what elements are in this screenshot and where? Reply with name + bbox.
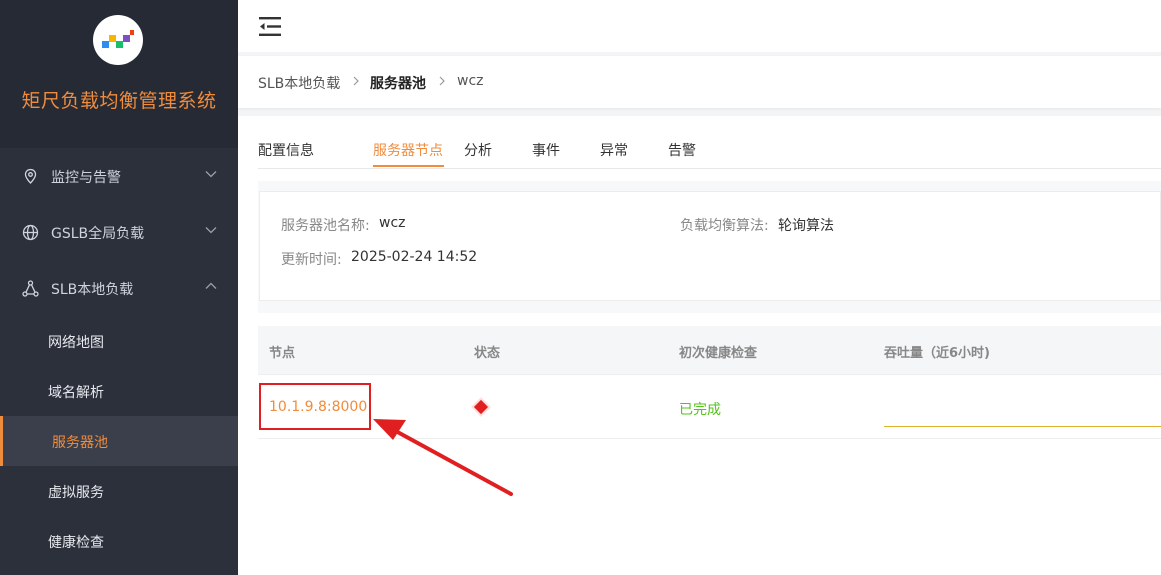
tab-events[interactable]: 事件	[532, 140, 560, 160]
health-check-status: 已完成	[679, 402, 721, 418]
column-header-status: 状态	[474, 346, 501, 361]
sidebar-group-label: GSLB全局负载	[51, 226, 145, 242]
chevron-down-icon	[205, 171, 217, 178]
tab-alerts[interactable]: 告警	[668, 140, 696, 160]
breadcrumb-item-server-pool[interactable]: 服务器池	[370, 73, 426, 93]
tab-bar: 配置信息 服务器节点 分析 事件 异常 告警	[258, 116, 1161, 169]
tab-config-info[interactable]: 配置信息	[258, 140, 314, 160]
chevron-down-icon	[205, 227, 217, 234]
sidebar-group-gslb[interactable]: GSLB全局负载	[0, 204, 238, 260]
table-header: 节点 状态 初次健康检查 吞吐量（近6小时)	[258, 326, 1161, 374]
annotation-highlight-box	[259, 383, 371, 430]
sidebar: 矩尺负载均衡管理系统 监控与告警 GSLB全局负载 SLB本地负载 网络地图 域	[0, 0, 238, 575]
sidebar-item-virtual-service[interactable]: 虚拟服务	[0, 466, 238, 516]
network-nodes-icon	[22, 280, 39, 297]
throughput-sparkline	[884, 426, 1161, 427]
active-tab-indicator	[373, 165, 444, 167]
sidebar-item-server-pool[interactable]: 服务器池	[0, 416, 238, 466]
column-header-health-check: 初次健康检查	[679, 346, 758, 361]
chevron-up-icon	[205, 282, 217, 289]
chevron-right-icon	[353, 76, 359, 86]
sidebar-item-network-map[interactable]: 网络地图	[0, 316, 238, 366]
sidebar-item-health-check[interactable]: 健康检查	[0, 516, 238, 566]
tab-analysis[interactable]: 分析	[464, 140, 492, 160]
tab-exceptions[interactable]: 异常	[600, 140, 628, 160]
location-pin-icon	[24, 168, 37, 184]
pool-name-label: 服务器池名称:	[281, 218, 370, 234]
tab-server-nodes[interactable]: 服务器节点	[373, 140, 443, 160]
breadcrumb: SLB本地负载 服务器池 wcz	[238, 56, 1161, 108]
updated-time-label: 更新时间:	[281, 252, 342, 268]
logo-icon	[102, 30, 134, 48]
app-title: 矩尺负载均衡管理系统	[21, 90, 217, 112]
app-logo[interactable]	[93, 15, 143, 65]
sidebar-item-label: 健康检查	[48, 535, 104, 551]
pool-info-card: 服务器池名称: wcz 负载均衡算法: 轮询算法 更新时间: 2025-02-2…	[259, 191, 1161, 301]
column-header-throughput: 吞吐量（近6小时)	[884, 346, 990, 361]
top-header	[238, 0, 1161, 52]
column-header-node: 节点	[269, 346, 296, 361]
sidebar-item-label: 服务器池	[52, 435, 108, 451]
sidebar-item-label: 虚拟服务	[48, 485, 104, 501]
globe-icon	[22, 224, 39, 241]
updated-time-value: 2025-02-24 14:52	[351, 249, 478, 265]
info-section: 服务器池名称: wcz 负载均衡算法: 轮询算法 更新时间: 2025-02-2…	[258, 181, 1161, 313]
sidebar-group-slb[interactable]: SLB本地负载	[0, 260, 238, 316]
algorithm-label: 负载均衡算法:	[680, 218, 769, 234]
sidebar-group-monitoring[interactable]: 监控与告警	[0, 148, 238, 204]
brand-area: 矩尺负载均衡管理系统	[0, 0, 238, 148]
algorithm-value: 轮询算法	[778, 218, 834, 234]
sidebar-item-label: 域名解析	[48, 385, 104, 401]
main-content: 配置信息 服务器节点 分析 事件 异常 告警 服务器池名称: wcz 负载均衡算…	[238, 116, 1161, 575]
table-row: 10.1.9.8:8000 已完成	[258, 374, 1161, 439]
status-error-icon	[473, 399, 489, 415]
sidebar-group-label: 监控与告警	[51, 170, 121, 186]
menu-fold-icon[interactable]	[259, 17, 281, 36]
sidebar-item-label: 网络地图	[48, 335, 104, 351]
breadcrumb-item-current: wcz	[457, 73, 484, 89]
pool-name-value: wcz	[379, 215, 406, 231]
sidebar-item-dns[interactable]: 域名解析	[0, 366, 238, 416]
breadcrumb-item-slb[interactable]: SLB本地负载	[258, 73, 340, 93]
sidebar-group-label: SLB本地负载	[51, 282, 134, 298]
chevron-right-icon	[439, 76, 445, 86]
